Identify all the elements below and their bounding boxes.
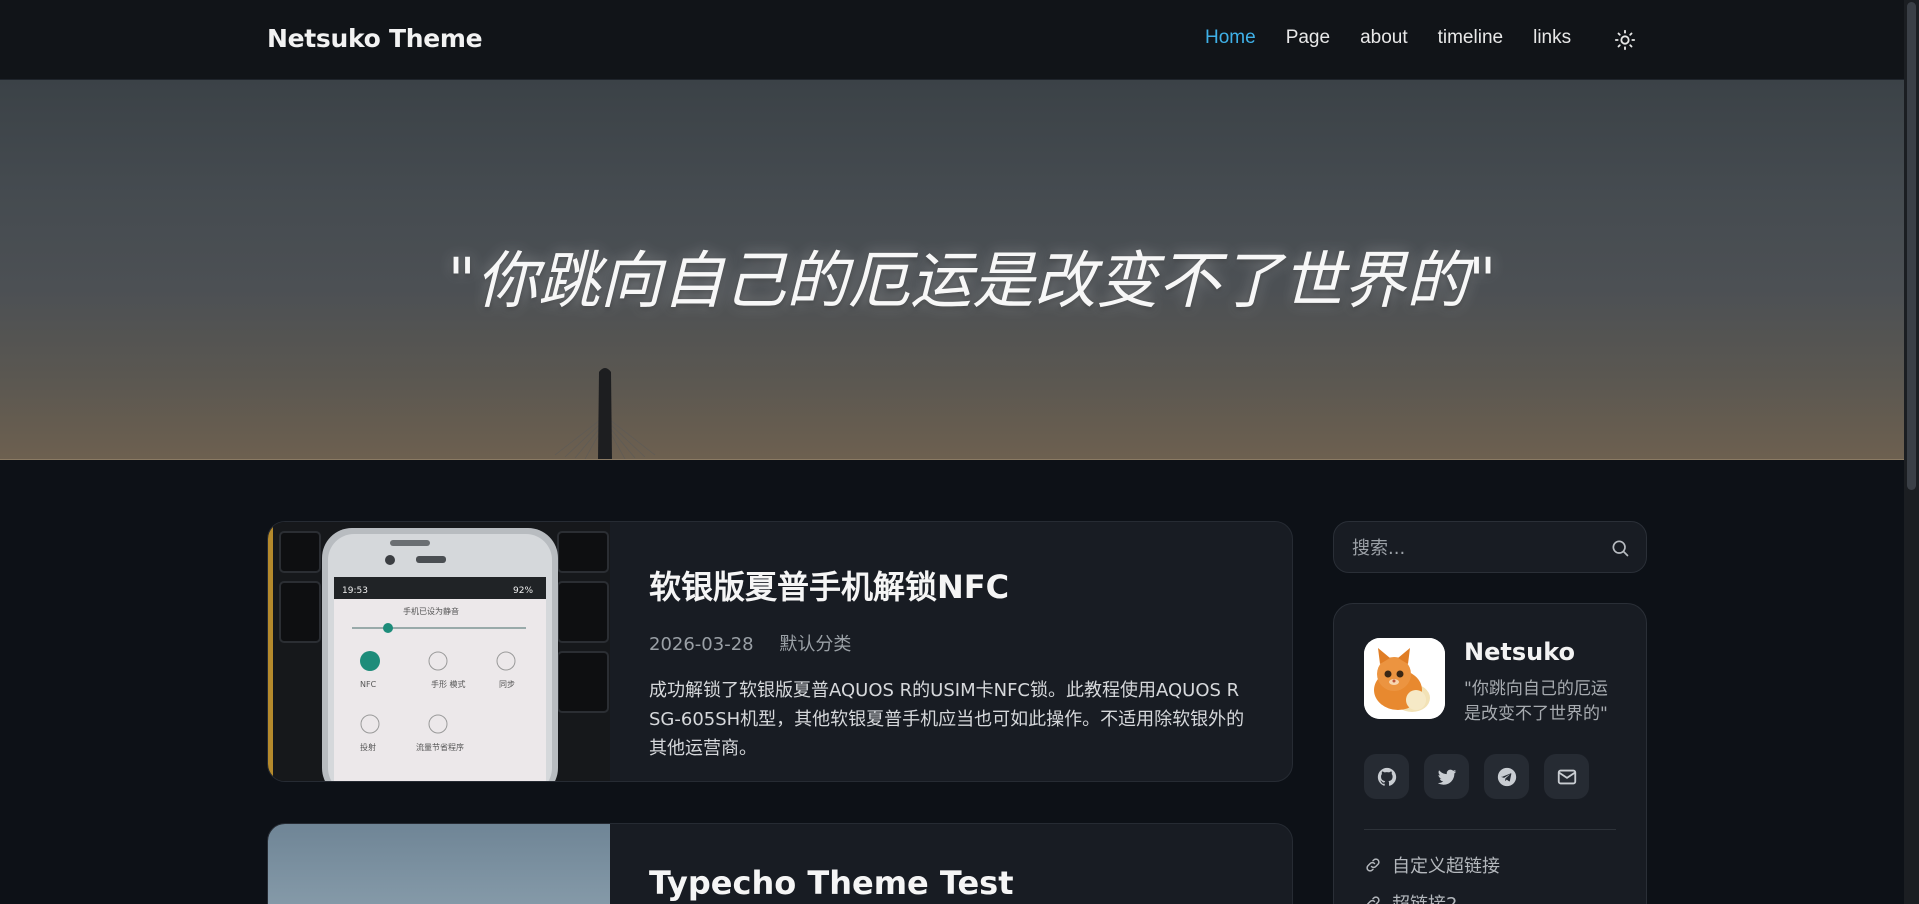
link-icon [1366, 858, 1380, 872]
sun-icon [1614, 29, 1636, 51]
phone-time: 19:53 [342, 586, 368, 596]
phone-photo: 19:53 92% 手机已设为静音 NFC 手形 模式 同步 投射 流量节省程序 [268, 522, 610, 781]
top-navbar: Netsuko Theme Home Page about timeline l… [0, 0, 1904, 80]
theme-toggle-button[interactable] [1612, 27, 1638, 53]
twitter-icon [1437, 769, 1456, 785]
sidebar-link-2[interactable]: 超链接2 [1364, 890, 1457, 904]
search-icon[interactable] [1610, 538, 1630, 558]
nav-page[interactable]: Page [1286, 27, 1330, 49]
hero-banner: "你跳向自己的厄运是改变不了世界的" [0, 80, 1904, 460]
github-button[interactable] [1364, 754, 1409, 799]
telegram-button[interactable] [1484, 754, 1529, 799]
phone-banner: 手机已设为静音 [403, 606, 459, 616]
kitten-avatar-image [1364, 638, 1445, 719]
main-nav: Home Page about timeline links [1205, 27, 1601, 49]
site-brand[interactable]: Netsuko Theme [267, 24, 483, 53]
search-box [1333, 521, 1647, 573]
link-icon [1366, 896, 1380, 904]
tile-sync: 同步 [499, 680, 515, 689]
mail-icon [1557, 769, 1576, 784]
nav-about[interactable]: about [1360, 27, 1408, 49]
profile-name: Netsuko [1464, 638, 1576, 666]
sidebar-link-custom[interactable]: 自定义超链接 [1364, 852, 1500, 878]
nav-links[interactable]: links [1533, 27, 1571, 49]
profile-bio: "你跳向自己的厄运是改变不了世界的" [1464, 679, 1608, 724]
post-body: 软银版夏普手机解锁NFC 2026-03-28 默认分类 成功解锁了软银版夏普A… [649, 562, 1262, 763]
tile-cast: 投射 [360, 742, 376, 752]
avatar [1364, 638, 1445, 719]
nav-timeline[interactable]: timeline [1438, 27, 1503, 49]
tile-data-saver: 流量节省程序 [416, 742, 464, 752]
post-thumbnail[interactable] [268, 824, 610, 904]
tile-hand-mode: 手形 模式 [431, 679, 466, 689]
post-body: Typecho Theme Test [649, 864, 1262, 904]
bridge-tower-silhouette [554, 368, 656, 459]
twitter-button[interactable] [1424, 754, 1469, 799]
post-date: 2026-03-28 [649, 634, 754, 655]
social-links [1364, 754, 1604, 799]
post-thumbnail[interactable]: 19:53 92% 手机已设为静音 NFC 手形 模式 同步 投射 流量节省程序 [268, 522, 610, 781]
post-card[interactable]: 19:53 92% 手机已设为静音 NFC 手形 模式 同步 投射 流量节省程序… [267, 521, 1293, 782]
tile-nfc: NFC [360, 680, 377, 689]
page-scrollbar[interactable] [1904, 0, 1919, 904]
sidebar-link-label: 自定义超链接 [1392, 856, 1500, 877]
post-title[interactable]: Typecho Theme Test [649, 864, 1262, 902]
profile-divider [1364, 829, 1616, 830]
telegram-icon [1497, 767, 1516, 786]
post-meta: 2026-03-28 默认分类 [649, 630, 1262, 656]
post-excerpt: 成功解锁了软银版夏普AQUOS R的USIM卡NFC锁。此教程使用AQUOS R… [649, 680, 1245, 759]
github-icon [1377, 767, 1396, 786]
post-category[interactable]: 默认分类 [779, 634, 851, 655]
post-title[interactable]: 软银版夏普手机解锁NFC [649, 562, 1262, 608]
phone-battery: 92% [513, 586, 533, 596]
scrollbar-thumb[interactable] [1907, 2, 1916, 490]
mail-button[interactable] [1544, 754, 1589, 799]
sidebar-link-label: 超链接2 [1392, 890, 1457, 904]
hero-quote: "你跳向自己的厄运是改变不了世界的" [447, 244, 1497, 317]
nav-home[interactable]: Home [1205, 27, 1256, 49]
profile-card: Netsuko "你跳向自己的厄运是改变不了世界的" 自定义超链接 [1333, 603, 1647, 904]
search-input[interactable] [1352, 535, 1602, 561]
post-card[interactable]: Typecho Theme Test [267, 823, 1293, 904]
